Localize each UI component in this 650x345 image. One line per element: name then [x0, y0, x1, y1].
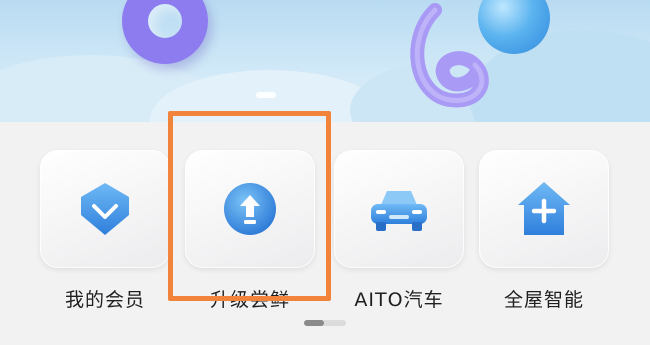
shortcut-membership-label: 我的会员	[64, 289, 145, 311]
shortcut-membership-tile[interactable]	[40, 150, 170, 268]
shortcut-aito-car-label: AITO汽车	[354, 289, 444, 311]
car-icon	[371, 191, 427, 231]
banner-torus-decoration	[122, 0, 208, 64]
smart-home-icon	[518, 182, 570, 235]
page-indicator-thumb	[304, 320, 324, 326]
membership-badge-icon	[81, 183, 129, 235]
shortcut-smart-home-tile[interactable]	[479, 150, 609, 268]
shortcut-aito-car-tile[interactable]	[334, 150, 464, 268]
promo-banner[interactable]	[0, 0, 650, 122]
shortcut-smart-home-label: 全屋智能	[503, 289, 584, 311]
shortcut-page-indicator	[304, 320, 346, 326]
banner-pager-indicator	[256, 92, 276, 98]
highlight-box	[168, 111, 331, 301]
